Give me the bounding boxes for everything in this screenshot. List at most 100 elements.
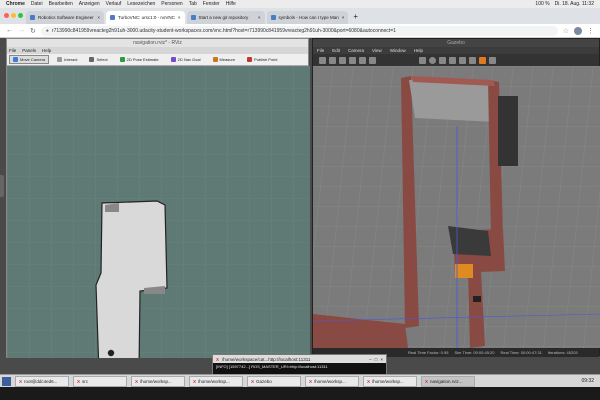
menu-dots-icon[interactable]: ⋮: [587, 27, 594, 35]
rviz-toolbar: Move Camera Interact Select 2D Pose Estimat…: [7, 54, 308, 66]
browser-tab[interactable]: TurboVNC: ursc1:0 - noVNC ×: [106, 11, 185, 24]
rviz-tool-publish-point[interactable]: Publish Point: [243, 55, 281, 64]
menu-clock[interactable]: Di. 18. Aug. 11:32: [555, 1, 594, 7]
terminal-titlebar[interactable]: X /home/workspace/cat...http://localhost…: [213, 355, 386, 363]
favicon-icon: [110, 15, 115, 20]
mac-menu-datei[interactable]: Datei: [31, 1, 43, 7]
reload-icon[interactable]: ↻: [30, 27, 36, 35]
rviz-tool-interact[interactable]: Interact: [53, 55, 81, 64]
scale-mode-icon[interactable]: [349, 56, 356, 64]
terminal-window: X /home/workspace/cat...http://localhost…: [212, 354, 387, 375]
mac-menu-hilfe[interactable]: Hilfe: [226, 1, 236, 7]
point-light-icon[interactable]: [449, 56, 456, 64]
browser-tab-strip: Robotics Software Engineer × TurboVNC: urs…: [0, 8, 600, 24]
tool-label: Select: [96, 57, 108, 62]
rviz-menu-file[interactable]: File: [9, 47, 16, 54]
screenshot-icon[interactable]: [479, 56, 486, 64]
rviz-menu-help[interactable]: Help: [42, 47, 51, 54]
tab-close-icon[interactable]: ×: [258, 15, 261, 20]
rviz-title: navigation.rviz* - RViz: [7, 39, 308, 47]
tab-label: Start a new git repository: [198, 15, 249, 20]
minimize-window-icon[interactable]: [11, 13, 16, 18]
address-bar[interactable]: ● r713990c841959vreacteg2h91uh-3000.udac…: [40, 25, 558, 36]
taskbar-item[interactable]: Xroot@ddc4ed6...: [15, 375, 69, 387]
box-shape-icon[interactable]: [419, 56, 426, 64]
vnc-sidebar-handle[interactable]: [0, 175, 4, 197]
spot-light-icon[interactable]: [459, 56, 466, 64]
real-time-factor: Real Time Factor: 0.95: [408, 350, 449, 355]
browser-tab[interactable]: symbols - How can I type Man ×: [266, 11, 349, 24]
gazebo-menu-edit[interactable]: Edit: [332, 47, 340, 54]
taskbar-item[interactable]: Xnavigation.rviz...: [421, 375, 475, 387]
back-arrow-icon[interactable]: ←: [6, 27, 13, 34]
profile-avatar[interactable]: [574, 26, 582, 35]
mac-menu-chrome[interactable]: Chrome: [6, 1, 25, 7]
bookmark-star-icon[interactable]: ☆: [563, 27, 569, 35]
taskbar-clock: 09:32: [581, 378, 594, 384]
terminal-app-icon: X: [251, 378, 255, 384]
battery-status[interactable]: 100 %: [535, 1, 549, 7]
undo-icon[interactable]: [359, 56, 366, 64]
taskbar-item-label: root@ddc4ed6...: [24, 378, 58, 384]
mac-menu-personen[interactable]: Personen: [161, 1, 182, 7]
gazebo-menu-camera[interactable]: Camera: [348, 47, 364, 54]
tool-icon: [119, 57, 125, 62]
desktop-taskbar: Xroot@ddc4ed6... Xsrc X/home/worksp... X/ho…: [0, 374, 600, 387]
browser-tab[interactable]: Start a new git repository ×: [186, 11, 265, 24]
gazebo-menu-file[interactable]: File: [317, 47, 324, 54]
taskbar-item[interactable]: X/home/worksp...: [305, 375, 359, 387]
rviz-tool-2d-nav-goal[interactable]: 2D Nav Goal: [167, 55, 205, 64]
terminal-app-icon: X: [135, 378, 139, 384]
terminal-app-icon: X: [309, 378, 313, 384]
terminal-app-icon: X: [19, 378, 23, 384]
sim-time: Sim Time: 00:00:45:20: [454, 350, 495, 355]
sphere-shape-icon[interactable]: [429, 56, 436, 64]
taskbar-item[interactable]: X Gazebo: [247, 375, 301, 387]
forward-arrow-icon[interactable]: →: [18, 27, 25, 34]
mac-menu-fenster[interactable]: Fenster: [203, 1, 220, 7]
rotate-mode-icon[interactable]: [339, 56, 346, 64]
minimize-icon[interactable]: –: [369, 357, 372, 362]
taskbar-item[interactable]: X/home/worksp...: [363, 375, 417, 387]
start-menu-icon[interactable]: [2, 376, 11, 386]
tab-close-icon[interactable]: ×: [97, 15, 100, 20]
rviz-window: navigation.rviz* - RViz File Panels Help M…: [6, 38, 310, 358]
directional-light-icon[interactable]: [469, 56, 476, 64]
taskbar-item[interactable]: Xsrc: [73, 375, 127, 387]
cylinder-shape-icon[interactable]: [439, 56, 446, 64]
mac-menu-verlauf[interactable]: Verlauf: [106, 1, 122, 7]
align-icon[interactable]: [489, 56, 496, 64]
rviz-tool-move-camera[interactable]: Move Camera: [9, 55, 50, 64]
maximize-icon[interactable]: □: [375, 357, 378, 362]
taskbar-item-label: navigation.rviz...: [430, 378, 463, 384]
close-icon[interactable]: ×: [380, 357, 383, 362]
gazebo-3d-scene[interactable]: [313, 66, 600, 348]
translate-mode-icon[interactable]: [329, 56, 336, 64]
tab-close-icon[interactable]: ×: [178, 15, 181, 20]
gazebo-menubar: File Edit Camera View Window Help: [313, 47, 599, 54]
select-mode-icon[interactable]: [319, 56, 326, 64]
mac-menu-bar: Chrome Datei Bearbeiten Anzeigen Verlauf Lese…: [0, 0, 600, 8]
rviz-menubar: File Panels Help: [7, 47, 308, 54]
browser-tab[interactable]: Robotics Software Engineer ×: [26, 11, 104, 24]
mac-menu-bearbeiten[interactable]: Bearbeiten: [49, 1, 73, 7]
gazebo-menu-window[interactable]: Window: [390, 47, 406, 54]
new-tab-icon[interactable]: +: [353, 12, 358, 21]
gazebo-menu-view[interactable]: View: [372, 47, 382, 54]
rviz-tool-2d-pose-estimate[interactable]: 2D Pose Estimate: [116, 55, 163, 64]
gazebo-menu-help[interactable]: Help: [414, 47, 423, 54]
tool-label: 2D Pose Estimate: [126, 57, 159, 62]
rviz-tool-measure[interactable]: Measure: [209, 55, 240, 64]
mac-menu-lesezeichen[interactable]: Lesezeichen: [127, 1, 155, 7]
close-window-icon[interactable]: [4, 13, 9, 18]
zoom-window-icon[interactable]: [18, 13, 23, 18]
redo-icon[interactable]: [369, 56, 376, 64]
taskbar-item[interactable]: X/home/worksp...: [131, 375, 185, 387]
mac-menu-anzeigen[interactable]: Anzeigen: [79, 1, 100, 7]
rviz-menu-panels[interactable]: Panels: [22, 47, 36, 54]
rviz-tool-select[interactable]: Select: [85, 55, 111, 64]
rviz-3d-view[interactable]: [7, 66, 310, 358]
mac-menu-tab[interactable]: Tab: [189, 1, 197, 7]
taskbar-item[interactable]: X/home/worksp...: [189, 375, 243, 387]
tab-close-icon[interactable]: ×: [342, 15, 345, 20]
